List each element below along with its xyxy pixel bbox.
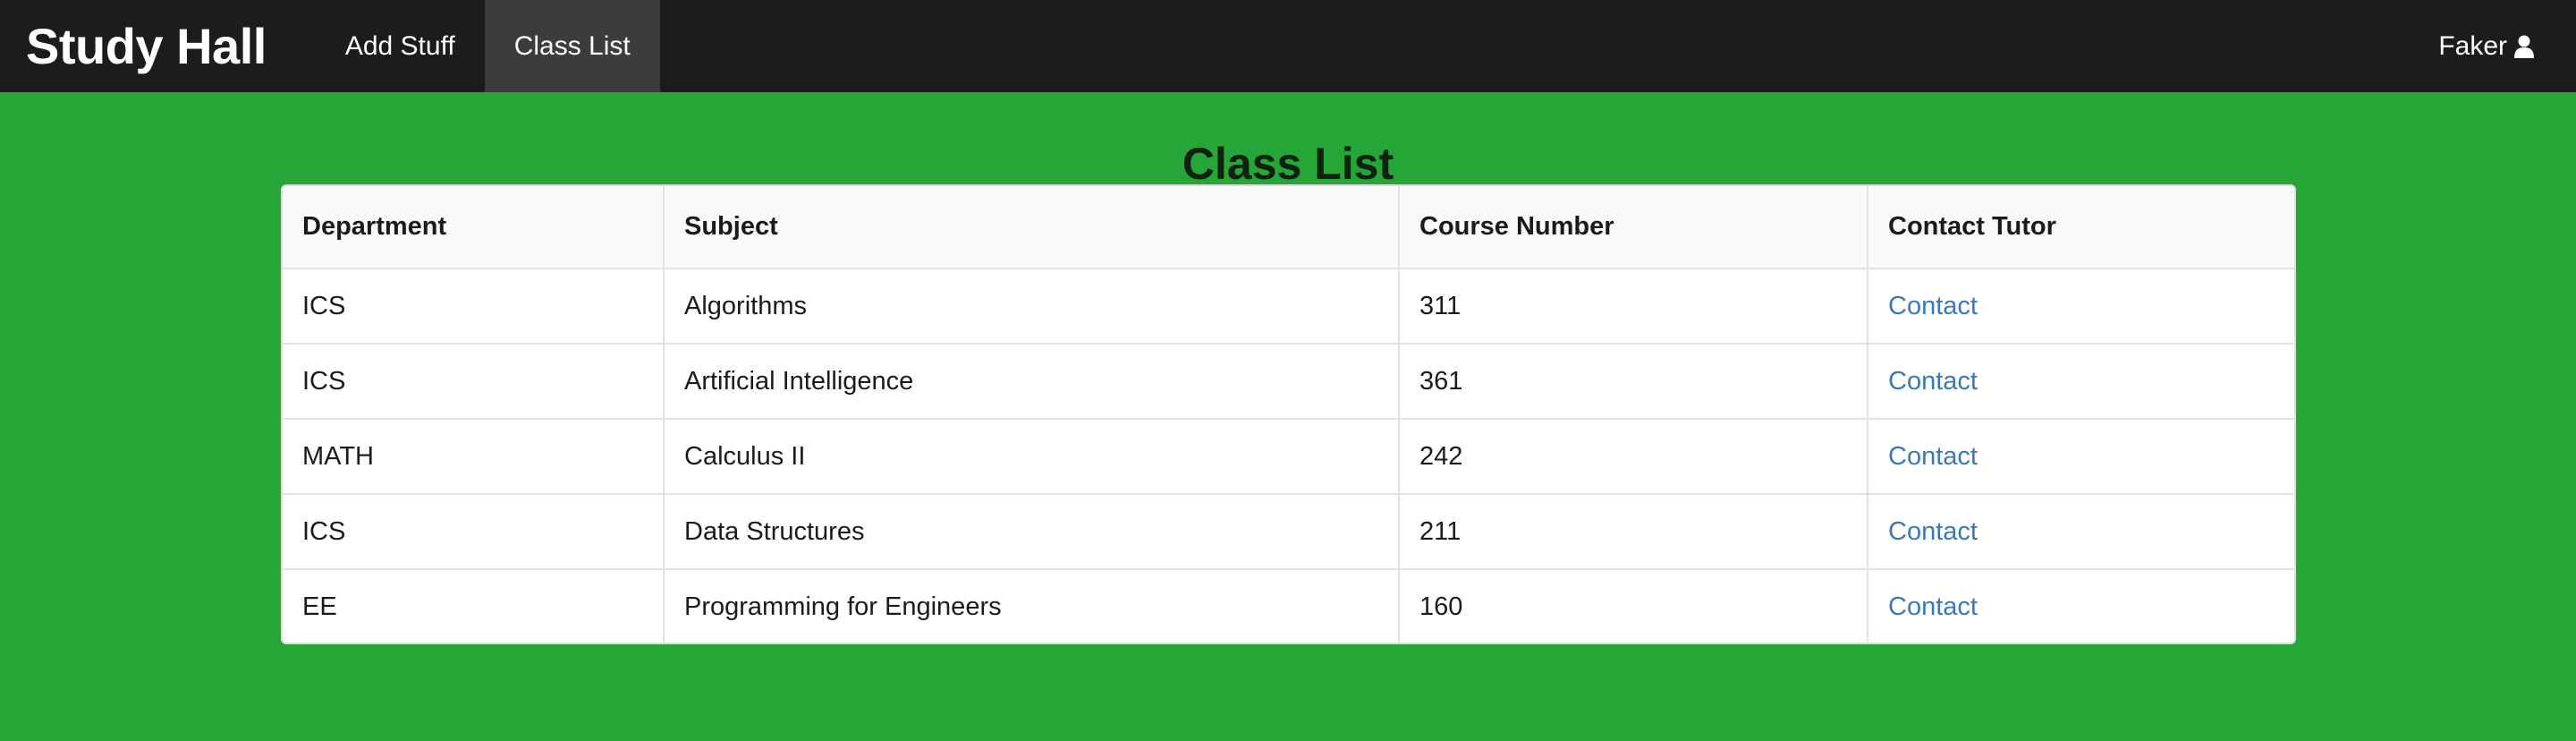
cell-contact: Contact bbox=[1868, 494, 2294, 569]
top-navbar: Study Hall Add Stuff Class List Faker bbox=[0, 0, 2576, 92]
contact-link[interactable]: Contact bbox=[1888, 517, 1978, 546]
page-title: Class List bbox=[1182, 138, 1394, 189]
cell-contact: Contact bbox=[1868, 419, 2294, 494]
cell-contact: Contact bbox=[1868, 344, 2294, 419]
class-list-table-container: Department Subject Course Number Contact… bbox=[281, 184, 2296, 644]
cell-department: ICS bbox=[283, 494, 665, 569]
user-icon bbox=[2514, 35, 2534, 58]
contact-link[interactable]: Contact bbox=[1888, 292, 1978, 320]
cell-department: ICS bbox=[283, 268, 665, 344]
cell-course-number: 242 bbox=[1399, 419, 1868, 494]
nav-link-class-list[interactable]: Class List bbox=[484, 0, 660, 92]
contact-link[interactable]: Contact bbox=[1888, 367, 1978, 396]
cell-course-number: 160 bbox=[1399, 569, 1868, 643]
cell-course-number: 361 bbox=[1399, 344, 1868, 419]
cell-subject: Calculus II bbox=[664, 419, 1400, 494]
contact-link[interactable]: Contact bbox=[1888, 442, 1978, 471]
cell-department: EE bbox=[283, 569, 665, 643]
cell-contact: Contact bbox=[1868, 268, 2294, 344]
column-header-department: Department bbox=[283, 186, 665, 269]
table-row: ICS Data Structures 211 Contact bbox=[283, 494, 2294, 569]
cell-course-number: 311 bbox=[1399, 268, 1868, 344]
cell-department: MATH bbox=[283, 419, 665, 494]
nav-link-add-stuff[interactable]: Add Stuff bbox=[316, 0, 485, 92]
cell-subject: Data Structures bbox=[664, 494, 1400, 569]
cell-subject: Algorithms bbox=[664, 268, 1400, 344]
cell-contact: Contact bbox=[1868, 569, 2294, 643]
cell-course-number: 211 bbox=[1399, 494, 1868, 569]
brand-logo[interactable]: Study Hall bbox=[0, 0, 316, 92]
cell-subject: Artificial Intelligence bbox=[664, 344, 1400, 419]
table-row: ICS Artificial Intelligence 361 Contact bbox=[283, 344, 2294, 419]
cell-department: ICS bbox=[283, 344, 665, 419]
table-row: EE Programming for Engineers 160 Contact bbox=[283, 569, 2294, 643]
cell-subject: Programming for Engineers bbox=[664, 569, 1400, 643]
column-header-subject: Subject bbox=[664, 186, 1400, 269]
table-header-row: Department Subject Course Number Contact… bbox=[283, 186, 2294, 269]
table-row: ICS Algorithms 311 Contact bbox=[283, 268, 2294, 344]
user-menu-dropdown[interactable]: Faker bbox=[2438, 0, 2576, 92]
column-header-contact-tutor: Contact Tutor bbox=[1868, 186, 2294, 269]
user-name: Faker bbox=[2438, 30, 2507, 61]
table-row: MATH Calculus II 242 Contact bbox=[283, 419, 2294, 494]
contact-link[interactable]: Contact bbox=[1888, 592, 1978, 621]
class-list-table: Department Subject Course Number Contact… bbox=[283, 186, 2294, 643]
column-header-course-number: Course Number bbox=[1399, 186, 1868, 269]
